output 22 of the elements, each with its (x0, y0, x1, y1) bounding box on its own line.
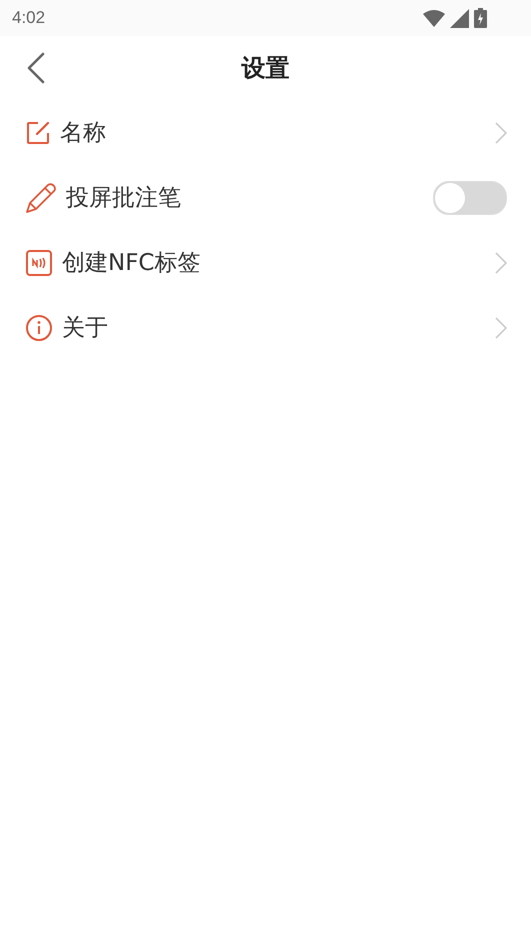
signal-icon (450, 8, 469, 28)
nfc-icon (26, 250, 52, 276)
row-label: 投屏批注笔 (66, 184, 182, 213)
row-label: 创建NFC标签 (62, 249, 202, 278)
status-time: 4:02 (12, 8, 46, 28)
battery-icon (474, 8, 487, 28)
info-icon (26, 314, 52, 340)
settings-row[interactable]: 创建NFC标签 (0, 230, 531, 295)
settings-row[interactable]: 投屏批注笔 (0, 165, 531, 230)
row-label: 关于 (62, 314, 109, 343)
settings-row[interactable]: 名称 (0, 100, 531, 165)
chevron-icon (495, 252, 507, 274)
edit-icon (26, 120, 50, 144)
back-button[interactable] (26, 52, 46, 84)
row-label: 名称 (60, 119, 107, 148)
pencil-icon (26, 182, 56, 212)
page-title: 设置 (242, 53, 290, 84)
settings-row[interactable]: 关于 (0, 295, 531, 360)
wifi-icon (423, 10, 445, 26)
chevron-icon (495, 122, 507, 144)
toggle-switch[interactable] (433, 180, 507, 214)
chevron-icon (495, 316, 507, 338)
